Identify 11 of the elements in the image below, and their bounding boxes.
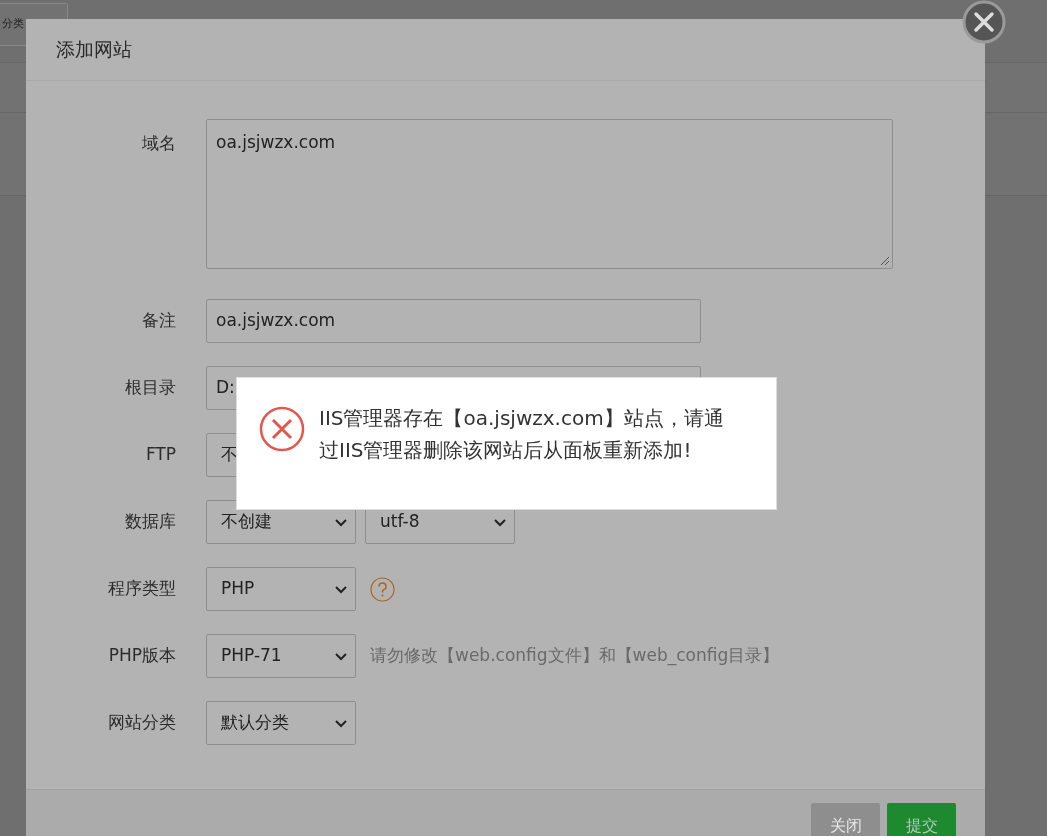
field-label: 备注 (141, 309, 176, 333)
field-label: 根目录 (124, 376, 176, 400)
hint-text: 请勿修改【web.config文件】和【web_config目录】 (370, 644, 780, 668)
field-label: FTP (144, 443, 176, 467)
field-label: 数据库 (124, 510, 176, 534)
field-label: 程序类型 (107, 577, 176, 601)
field-label: 域名 (141, 132, 176, 155)
field-label: 网站分类 (107, 711, 176, 735)
dialog-title: 添加网站 (56, 37, 132, 63)
field-label: PHP版本 (107, 644, 176, 668)
alert-message: IIS管理器存在【oa.jsjwzx.com】站点，请通过IIS管理器删除该网站后从面板重新添加! (319, 405, 725, 464)
